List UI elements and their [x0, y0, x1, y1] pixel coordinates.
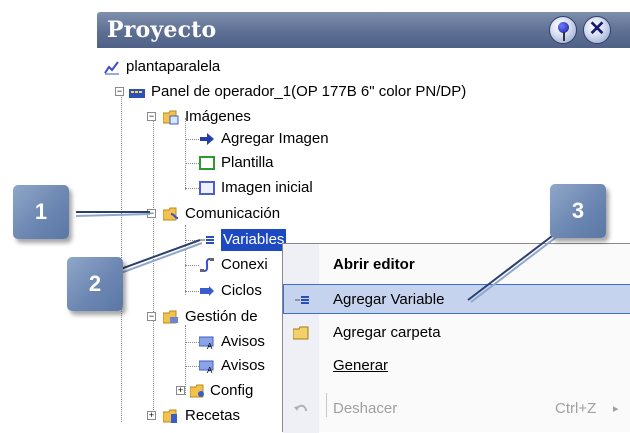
callout-2: 2 — [67, 257, 123, 311]
callout-1: 1 — [13, 185, 69, 239]
callout-3: 3 — [550, 184, 606, 238]
callout-leaders — [75, 211, 564, 303]
